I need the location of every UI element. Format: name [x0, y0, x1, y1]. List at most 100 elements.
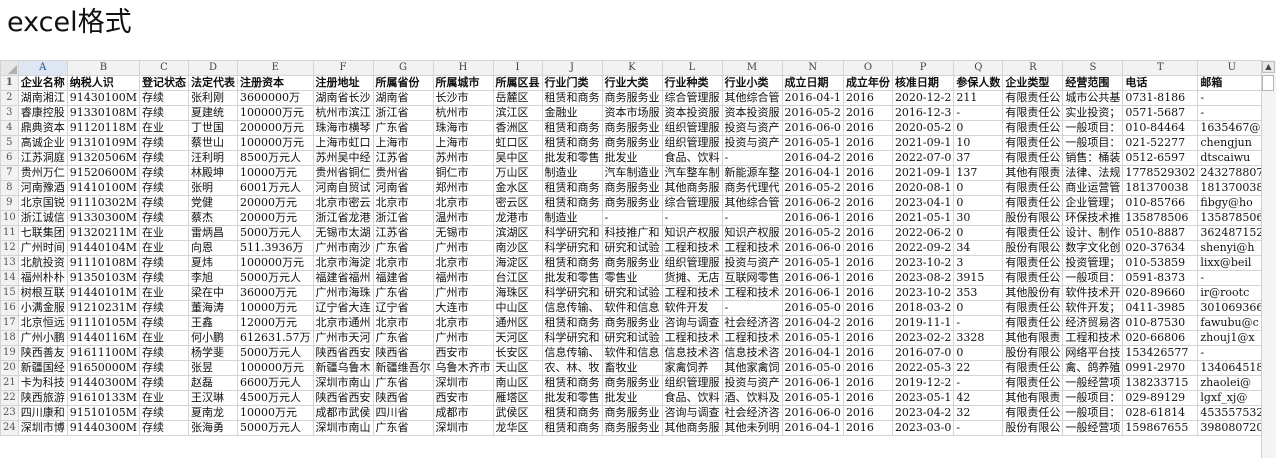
cell-a[interactable]: 北京恒远 [17, 315, 68, 331]
cell-r[interactable]: 有限责任公 [1002, 405, 1064, 421]
cell-t[interactable]: 159867655 [1122, 420, 1199, 436]
cell-h[interactable]: 无锡市 [432, 225, 494, 241]
cell-r[interactable]: 有限责任公 [1002, 225, 1064, 241]
cell-u[interactable]: ir@rootc [1197, 285, 1267, 301]
cell-d[interactable]: 法定代表 [188, 75, 238, 91]
cell-g[interactable]: 广东省 [372, 330, 434, 346]
cell-n[interactable]: 2016-05-1 [781, 255, 844, 271]
cell-j[interactable]: 信息传输、 [541, 345, 603, 361]
cell-i[interactable]: 海淀区 [492, 255, 543, 271]
row-number[interactable]: 24 [0, 420, 19, 436]
column-header-g[interactable]: G [372, 60, 434, 76]
cell-r[interactable]: 其他股份有 [1002, 285, 1064, 301]
cell-q[interactable]: 137 [953, 165, 1004, 181]
cell-m[interactable]: - [721, 300, 783, 316]
cell-k[interactable]: 资本市场服 [601, 105, 663, 121]
cell-t[interactable]: 电话 [1122, 75, 1199, 91]
cell-f[interactable]: 无锡市太湖 [312, 225, 374, 241]
cell-g[interactable]: 广东省 [372, 375, 434, 391]
cell-i[interactable]: 台江区 [492, 270, 543, 286]
cell-g[interactable]: 广东省 [372, 240, 434, 256]
cell-o[interactable]: 2016 [842, 405, 893, 421]
cell-h[interactable]: 北京市 [432, 315, 494, 331]
cell-e[interactable]: 5000万元人 [237, 420, 314, 436]
column-header-s[interactable]: S [1062, 60, 1124, 76]
cell-f[interactable]: 河南自贸试 [312, 180, 374, 196]
cell-c[interactable]: 存续 [139, 195, 189, 211]
cell-o[interactable]: 2016 [842, 120, 893, 136]
cell-a[interactable]: 高诚企业 [17, 135, 68, 151]
cell-q[interactable]: 0 [953, 300, 1004, 316]
column-header-k[interactable]: K [601, 60, 663, 76]
cell-g[interactable]: 广东省 [372, 120, 434, 136]
cell-n[interactable]: 成立日期 [781, 75, 844, 91]
cell-l[interactable]: 货摊、无店 [661, 270, 723, 286]
cell-r[interactable]: 有限责任公 [1002, 120, 1064, 136]
cell-f[interactable]: 陕西省西安 [312, 390, 374, 406]
cell-g[interactable]: 浙江省 [372, 210, 434, 226]
cell-r[interactable]: 其他有限责 [1002, 165, 1064, 181]
cell-b[interactable]: 91110105M [66, 315, 141, 331]
cell-j[interactable]: 信息传输、 [541, 300, 603, 316]
cell-j[interactable]: 农、林、牧 [541, 360, 603, 376]
cell-j[interactable]: 金融业 [541, 105, 603, 121]
cell-s[interactable]: 网络平台技 [1062, 345, 1124, 361]
cell-t[interactable]: 020-89660 [1122, 285, 1199, 301]
cell-t[interactable]: 135878506 [1122, 210, 1199, 226]
cell-i[interactable]: 龙港市 [492, 210, 543, 226]
cell-f[interactable]: 苏州吴中经 [312, 150, 374, 166]
cell-t[interactable]: 010-87530 [1122, 315, 1199, 331]
cell-r[interactable]: 有限责任公 [1002, 180, 1064, 196]
cell-h[interactable]: 成都市 [432, 405, 494, 421]
cell-q[interactable]: - [953, 315, 1004, 331]
cell-e[interactable]: 100000万元 [237, 360, 314, 376]
cell-i[interactable]: 长安区 [492, 345, 543, 361]
cell-f[interactable]: 上海市虹口 [312, 135, 374, 151]
cell-h[interactable]: 广州市 [432, 285, 494, 301]
cell-g[interactable]: 广东省 [372, 285, 434, 301]
cell-p[interactable]: 2022-05-3 [891, 360, 955, 376]
cell-h[interactable]: 乌鲁木齐市 [432, 360, 494, 376]
row-number[interactable]: 17 [0, 315, 19, 331]
column-header-p[interactable]: P [891, 60, 955, 76]
row-number[interactable]: 20 [0, 360, 19, 376]
cell-c[interactable]: 存续 [139, 345, 189, 361]
cell-l[interactable]: 食品、饮料 [661, 150, 723, 166]
cell-r[interactable]: 有限责任公 [1002, 105, 1064, 121]
cell-a[interactable]: 河南豫酒 [17, 180, 68, 196]
cell-g[interactable]: 贵州省 [372, 165, 434, 181]
cell-p[interactable]: 2023-04-2 [891, 405, 955, 421]
cell-a[interactable]: 浙江诚信 [17, 210, 68, 226]
cell-k[interactable]: 商务服务业 [601, 420, 663, 436]
cell-t[interactable]: 0411-3985 [1122, 300, 1199, 316]
cell-m[interactable]: 工程和技术 [721, 240, 783, 256]
cell-q[interactable]: 0 [953, 180, 1004, 196]
cell-k[interactable]: 研究和试验 [601, 285, 663, 301]
cell-p[interactable]: 2018-03-2 [891, 300, 955, 316]
cell-u[interactable]: dtscaiwu [1197, 150, 1267, 166]
cell-o[interactable]: 2016 [842, 90, 893, 106]
cell-m[interactable]: 其他未列明 [721, 420, 783, 436]
column-header-u[interactable]: U [1197, 60, 1267, 76]
cell-j[interactable]: 科学研究和 [541, 285, 603, 301]
cell-o[interactable]: 2016 [842, 210, 893, 226]
cell-p[interactable]: 2023-08-2 [891, 270, 955, 286]
cell-u[interactable]: 1635467@ [1197, 120, 1267, 136]
cell-m[interactable]: 投资与资产 [721, 375, 783, 391]
cell-t[interactable]: 021-52277 [1122, 135, 1199, 151]
cell-a[interactable]: 睿康控股 [17, 105, 68, 121]
cell-i[interactable]: 所属区县 [492, 75, 543, 91]
cell-d[interactable]: 汪利明 [188, 150, 238, 166]
column-header-c[interactable]: C [139, 60, 189, 76]
cell-k[interactable]: 商务服务业 [601, 120, 663, 136]
cell-h[interactable]: 广州市 [432, 240, 494, 256]
row-number[interactable]: 21 [0, 375, 19, 391]
cell-p[interactable]: 2023-10-2 [891, 255, 955, 271]
cell-f[interactable]: 广州市天河 [312, 330, 374, 346]
cell-c[interactable]: 在业 [139, 330, 189, 346]
cell-h[interactable]: 北京市 [432, 195, 494, 211]
cell-p[interactable]: 2023-04-1 [891, 195, 955, 211]
cell-q[interactable]: 10 [953, 135, 1004, 151]
cell-g[interactable]: 湖南省 [372, 90, 434, 106]
cell-j[interactable]: 租赁和商务 [541, 255, 603, 271]
